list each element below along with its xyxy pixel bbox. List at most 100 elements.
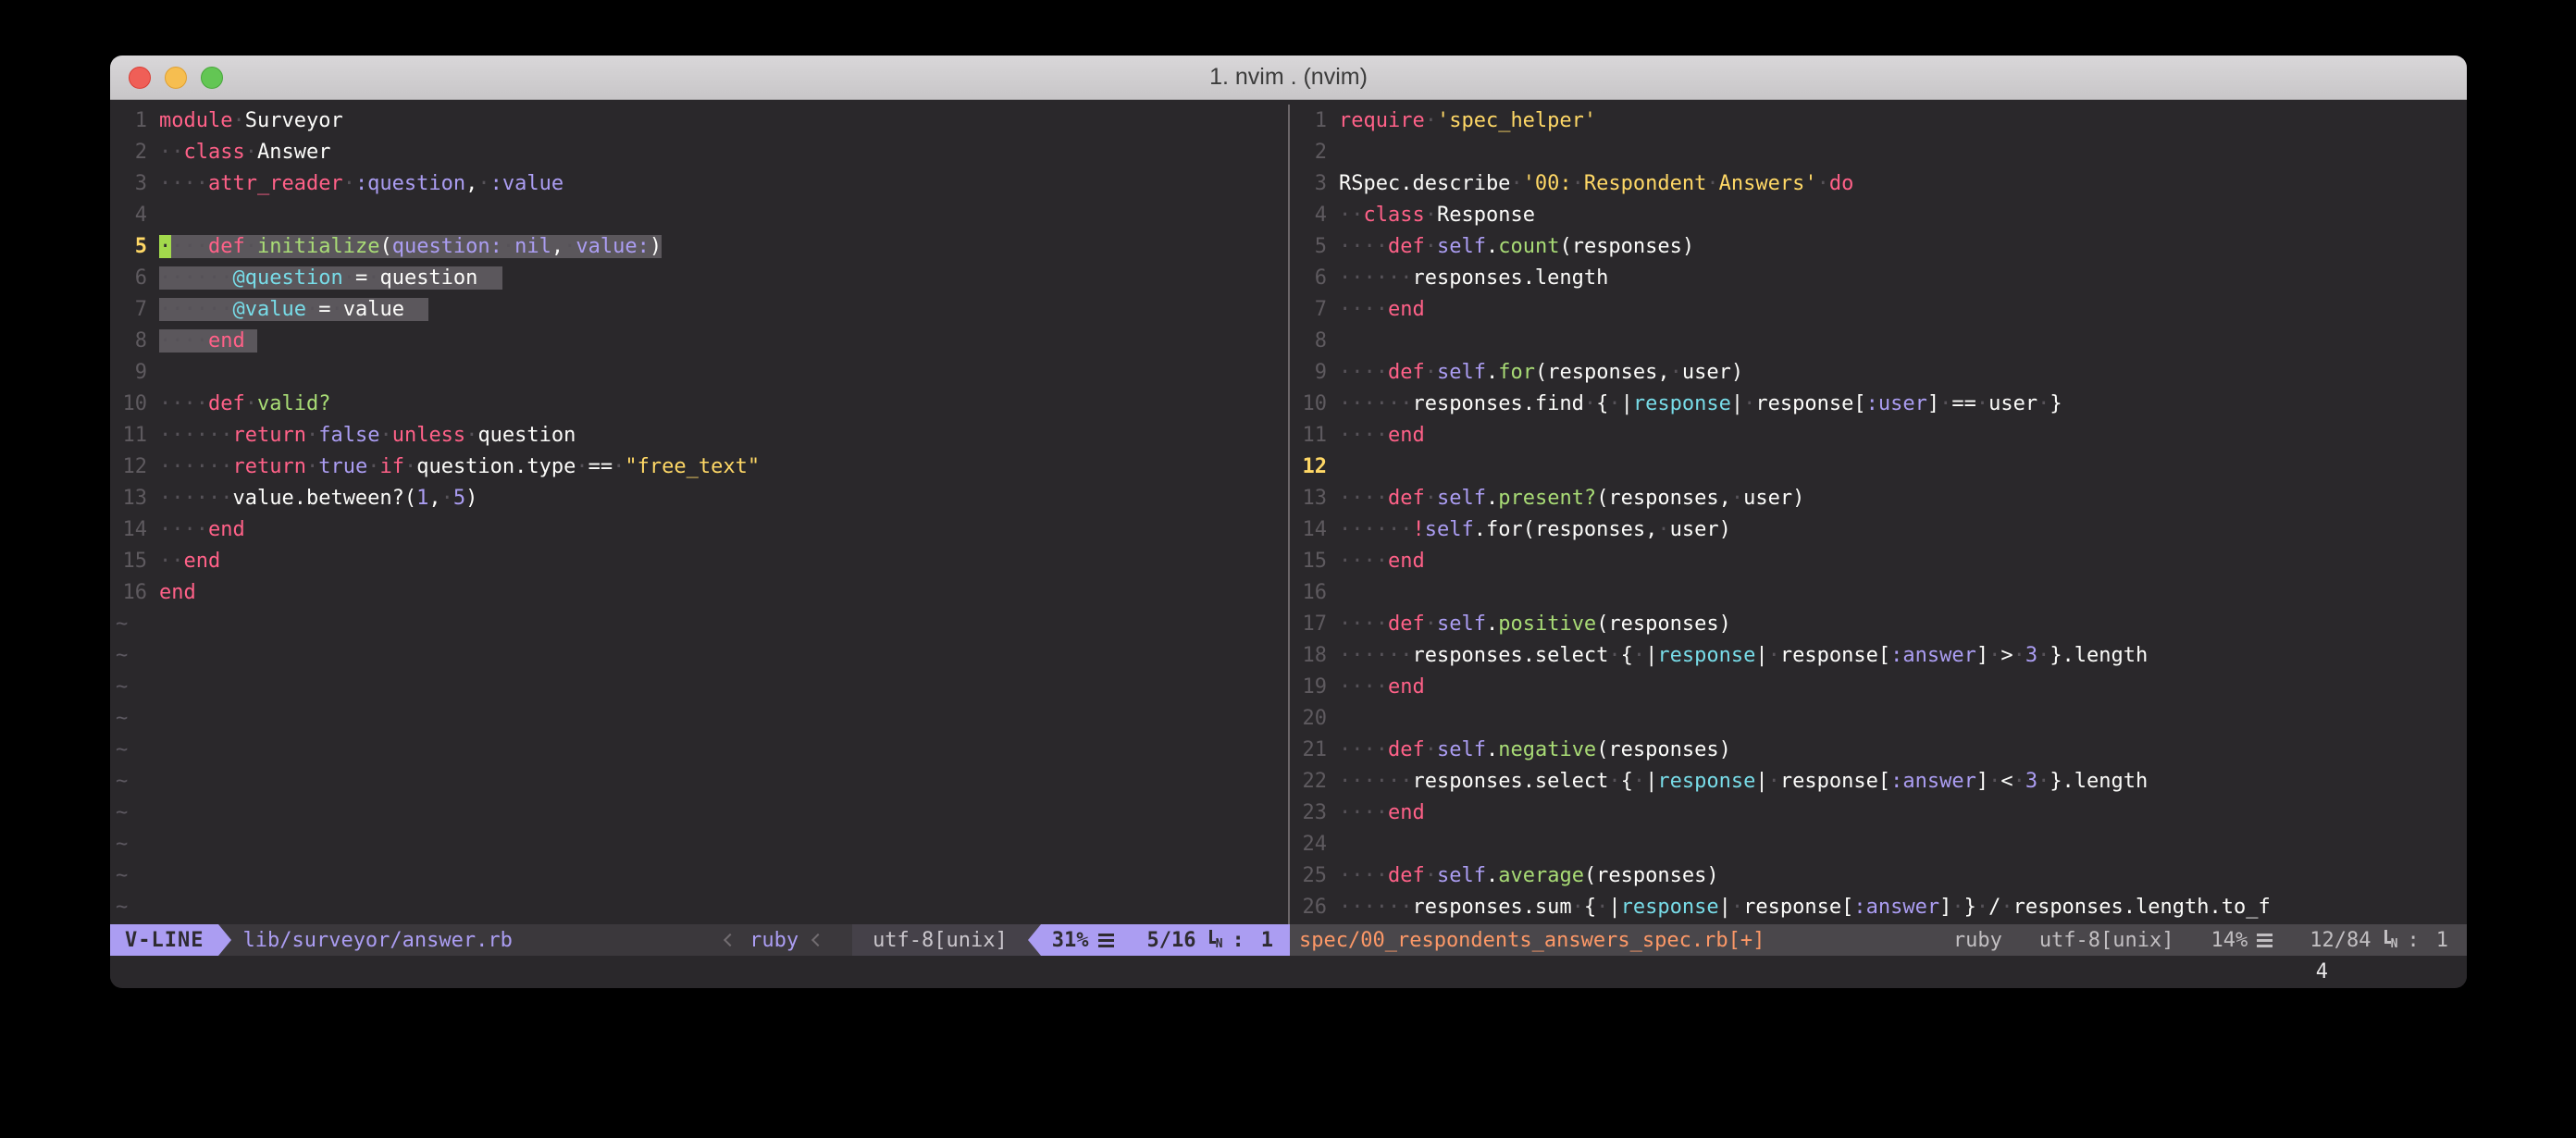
code-line-21[interactable]: 21····def·self.negative(responses): [1290, 734, 2467, 765]
code-line-14[interactable]: 14······!self.for(responses,·user): [1290, 513, 2467, 545]
code-line-9[interactable]: 9: [110, 356, 1288, 388]
mode-indicator: V-LINE: [110, 924, 218, 956]
line-number: 19: [1290, 675, 1327, 699]
code-line-7[interactable]: 7····end: [1290, 293, 2467, 325]
showcmd-pending-count: 4: [2316, 960, 2328, 983]
line-number: 6: [1290, 266, 1327, 290]
position-indicator: 31% 5/16 N : 1: [1041, 924, 1290, 956]
empty-line-tilde: ~: [110, 639, 1288, 671]
code-line-1[interactable]: 1module·Surveyor: [110, 105, 1288, 136]
code-line-20[interactable]: 20: [1290, 702, 2467, 734]
code-line-15[interactable]: 15··end: [110, 545, 1288, 576]
code-line-16[interactable]: 16end: [110, 576, 1288, 608]
code-line-10[interactable]: 10····def·valid?: [110, 388, 1288, 419]
column-number: 1: [1261, 929, 1273, 952]
line-number: 3: [1290, 172, 1327, 195]
terminal-window: 1. nvim . (nvim) 1module·Surveyor2··clas…: [110, 56, 2467, 988]
code-line-6[interactable]: 6······@question·=·question: [110, 262, 1288, 293]
line-count: 5/16: [1147, 929, 1196, 952]
code-line-25[interactable]: 25····def·self.average(responses): [1290, 860, 2467, 891]
line-number: 17: [1290, 612, 1327, 636]
code-line-11[interactable]: 11····end: [1290, 419, 2467, 451]
column-number: 1: [2436, 929, 2448, 952]
code-line-19[interactable]: 19····end: [1290, 671, 2467, 702]
line-number: 10: [1290, 392, 1327, 415]
code-line-8[interactable]: 8 ····end: [110, 325, 1288, 356]
code-line-26[interactable]: 26······responses.sum·{·|response|·respo…: [1290, 891, 2467, 922]
line-number: 4: [1290, 204, 1327, 227]
nvim-content: 1module·Surveyor2··class·Answer3····attr…: [110, 100, 2467, 987]
line-number: 1: [1290, 109, 1327, 132]
chevron-left-icon: [724, 934, 737, 946]
window-titlebar[interactable]: 1. nvim . (nvim): [110, 56, 2467, 100]
code-line-7[interactable]: 7······@value·=·value: [110, 293, 1288, 325]
left-editor-pane[interactable]: 1module·Surveyor2··class·Answer3····attr…: [110, 105, 1288, 924]
window-controls: [129, 56, 223, 100]
code-line-22[interactable]: 22······responses.select·{·|response|·re…: [1290, 765, 2467, 797]
minimize-button[interactable]: [165, 67, 187, 89]
line-number: 14: [110, 518, 147, 541]
code-line-3[interactable]: 3RSpec.describe·'00:·Respondent·Answers'…: [1290, 167, 2467, 199]
line-number: 26: [1290, 896, 1327, 919]
code-line-4[interactable]: 4··class·Response: [1290, 199, 2467, 230]
code-line-10[interactable]: 10······responses.find·{·|response|·resp…: [1290, 388, 2467, 419]
code-line-24[interactable]: 24: [1290, 828, 2467, 860]
line-number: 8: [110, 329, 147, 353]
line-number: 25: [1290, 864, 1327, 887]
code-line-14[interactable]: 14····end: [110, 513, 1288, 545]
visual-selection: ····end: [159, 329, 257, 353]
line-number: 9: [1290, 361, 1327, 384]
powerline-arrow-icon: [218, 924, 231, 956]
line-number: 24: [1290, 833, 1327, 856]
visual-selection: ······@value·=·value: [159, 298, 428, 321]
line-number: 22: [1290, 770, 1327, 793]
code-line-12[interactable]: 12······return·true·if·question.type·==·…: [110, 451, 1288, 482]
line-number: 13: [110, 487, 147, 510]
filetype-indicator: ruby: [749, 924, 799, 956]
encoding-indicator: utf-8[unix]: [2039, 929, 2174, 952]
line-number: 11: [110, 424, 147, 447]
line-number: 13: [1290, 487, 1327, 510]
scroll-percent: 14%: [2211, 929, 2273, 952]
zoom-button[interactable]: [201, 67, 223, 89]
code-line-9[interactable]: 9····def·self.for(responses,·user): [1290, 356, 2467, 388]
line-number: 21: [1290, 738, 1327, 761]
line-number: 15: [110, 550, 147, 573]
code-line-3[interactable]: 3····attr_reader·:question,·:value: [110, 167, 1288, 199]
chevron-left-icon: [811, 934, 824, 946]
line-number: 3: [110, 172, 147, 195]
code-line-5[interactable]: 5····def·self.count(responses): [1290, 230, 2467, 262]
code-line-2[interactable]: 2: [1290, 136, 2467, 167]
code-line-16[interactable]: 16: [1290, 576, 2467, 608]
code-line-4[interactable]: 4: [110, 199, 1288, 230]
code-line-23[interactable]: 23····end: [1290, 797, 2467, 828]
code-line-11[interactable]: 11······return·false·unless·question: [110, 419, 1288, 451]
visual-selection: ······@question·=·question: [159, 266, 502, 290]
line-number: 11: [1290, 424, 1327, 447]
scroll-percent: 31%: [1052, 929, 1089, 952]
code-line-15[interactable]: 15····end: [1290, 545, 2467, 576]
close-button[interactable]: [129, 67, 151, 89]
code-line-17[interactable]: 17····def·self.positive(responses): [1290, 608, 2467, 639]
code-line-13[interactable]: 13······value.between?(1,·5): [110, 482, 1288, 513]
code-line-1[interactable]: 1require·'spec_helper': [1290, 105, 2467, 136]
line-number: 5: [110, 235, 147, 258]
powerline-arrow-icon: [1028, 924, 1041, 956]
line-number: 16: [1290, 581, 1327, 604]
right-editor-pane[interactable]: 1require·'spec_helper'23RSpec.describe·'…: [1290, 105, 2467, 924]
line-number: 8: [1290, 329, 1327, 353]
code-line-8[interactable]: 8: [1290, 325, 2467, 356]
filetype-indicator: ruby: [1953, 929, 2002, 952]
empty-line-tilde: ~: [110, 765, 1288, 797]
line-number: 10: [110, 392, 147, 415]
code-line-13[interactable]: 13····def·self.present?(responses,·user): [1290, 482, 2467, 513]
statusline-inactive: spec/00_respondents_answers_spec.rb[+] r…: [1290, 924, 2467, 956]
code-line-12[interactable]: 12: [1290, 451, 2467, 482]
code-line-18[interactable]: 18······responses.select·{·|response|·re…: [1290, 639, 2467, 671]
code-line-5[interactable]: 5····def·initialize(question:·nil,·value…: [110, 230, 1288, 262]
line-number-icon: N: [2383, 929, 2398, 951]
inactive-file-path: spec/00_respondents_answers_spec.rb[+]: [1299, 929, 1765, 952]
code-line-6[interactable]: 6······responses.length: [1290, 262, 2467, 293]
code-line-2[interactable]: 2··class·Answer: [110, 136, 1288, 167]
line-number: 16: [110, 581, 147, 604]
